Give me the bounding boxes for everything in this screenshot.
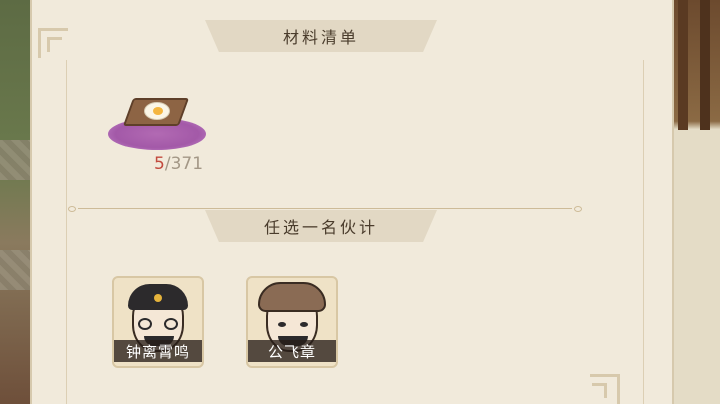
material-count: 5/371 <box>154 154 203 174</box>
wooden-beam <box>700 0 710 130</box>
ground-tile <box>0 250 30 290</box>
ground-tile <box>0 140 30 180</box>
divider-line <box>78 208 572 209</box>
material-count-need: 371 <box>170 154 204 174</box>
partners-title-text: 任选一名伙计 <box>263 218 378 237</box>
partner-name: 公飞章 <box>248 340 336 362</box>
partner-card-1[interactable]: 钟离霄鸣 <box>112 276 204 368</box>
material-count-have: 5 <box>154 154 165 174</box>
turban-icon <box>258 282 326 312</box>
partner-card-2[interactable]: 公飞章 <box>246 276 338 368</box>
corner-ornament-top-left <box>38 28 68 58</box>
divider-knot-right <box>574 206 582 212</box>
corner-ornament-bottom-right <box>590 374 620 404</box>
official-hat-icon <box>128 284 188 310</box>
fried-egg-icon <box>144 102 170 120</box>
glasses-icon <box>138 318 178 330</box>
materials-section-title: 材料清单 <box>205 20 437 52</box>
materials-title-text: 材料清单 <box>282 28 359 47</box>
partners-section-title: 任选一名伙计 <box>205 210 437 242</box>
game-world-right-edge <box>674 0 720 404</box>
partner-name: 钟离霄鸣 <box>114 340 202 362</box>
divider-knot-left <box>68 206 76 212</box>
eyes-icon <box>278 322 308 328</box>
wooden-beam <box>678 0 688 130</box>
